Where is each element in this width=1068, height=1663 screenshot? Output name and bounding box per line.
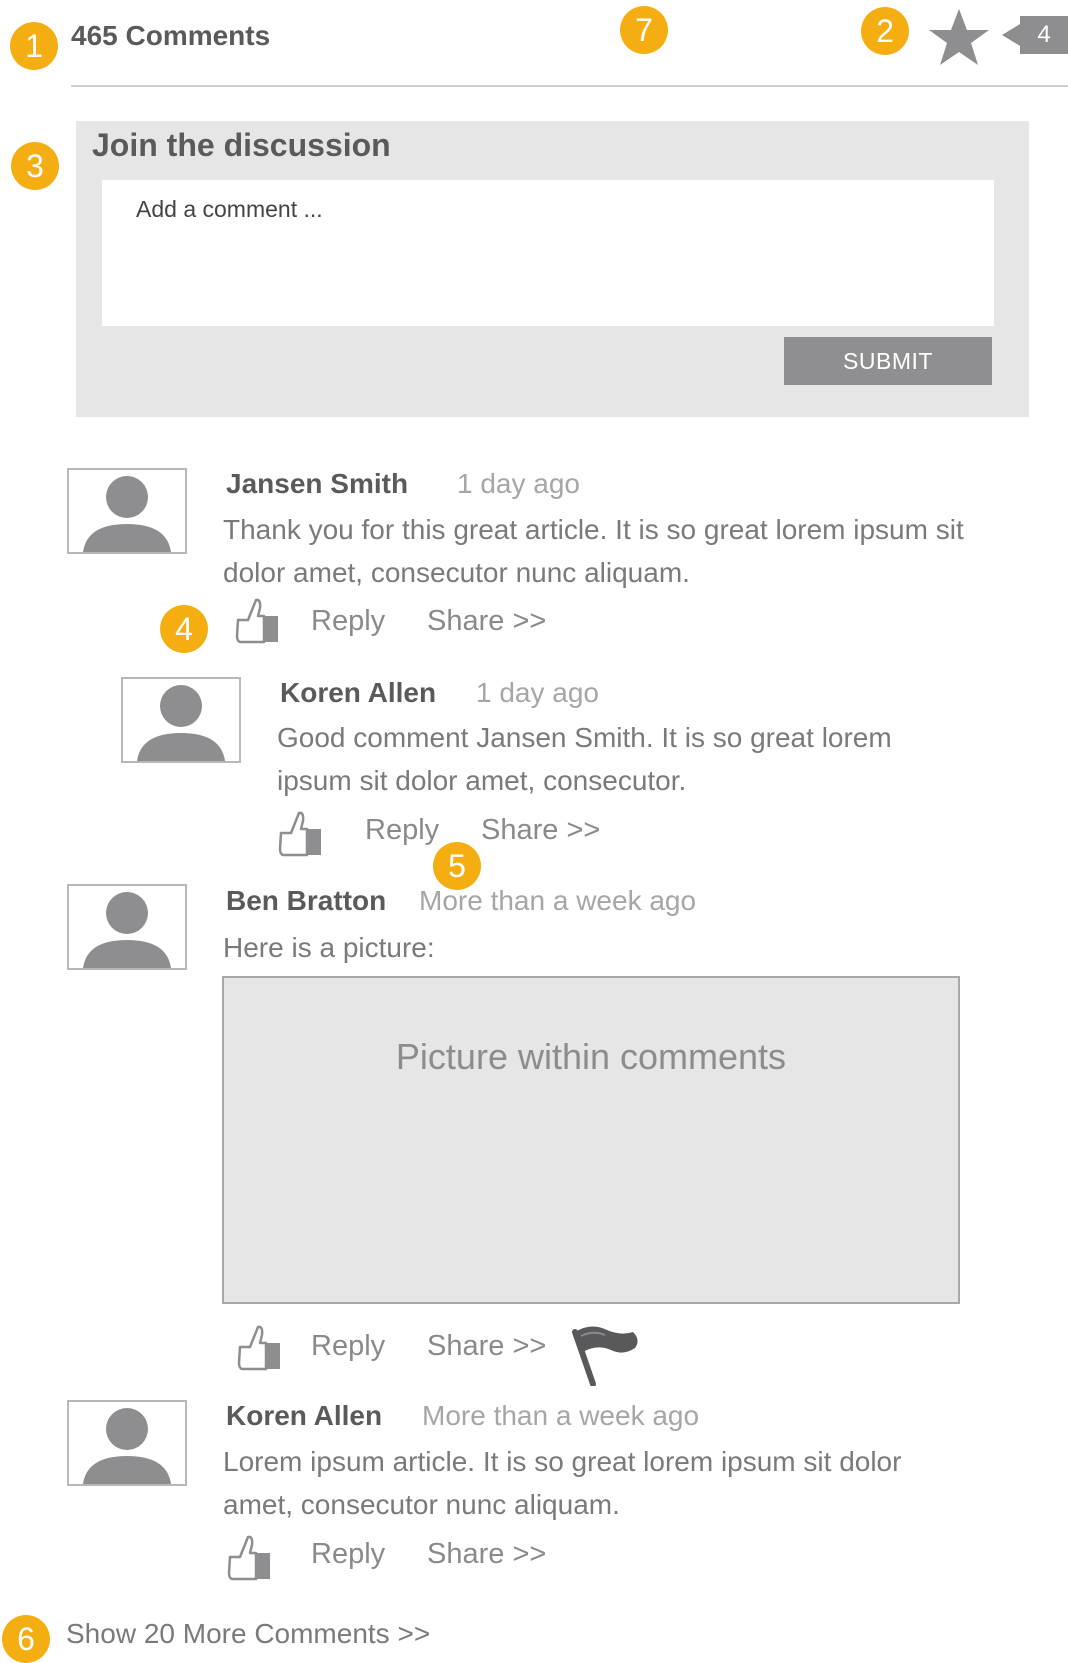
comment-time: More than a week ago [419,885,697,916]
comment-body: Here is a picture: [223,932,435,963]
star-icon[interactable] [928,8,990,66]
comment-time: 1 day ago [457,468,580,499]
reply-link[interactable]: Reply [365,814,439,847]
comment-count-title: 465 Comments [71,20,271,51]
count-badge-value: 4 [1037,21,1051,48]
annotation-marker-4: 4 [160,605,208,653]
header-divider [71,85,1068,87]
comment-body: Good comment Jansen Smith. It is so grea… [277,722,892,753]
reply-link[interactable]: Reply [311,1538,385,1571]
comment-body: Lorem ipsum article. It is so great lore… [223,1446,902,1477]
share-link[interactable]: Share >> [427,605,546,638]
comment-picture-label: Picture within comments [395,1036,787,1077]
thumbs-up-icon[interactable] [277,811,325,857]
show-more-comments-link[interactable]: Show 20 More Comments >> [66,1618,430,1650]
submit-button[interactable]: SUBMIT [784,337,992,385]
share-link[interactable]: Share >> [427,1538,546,1571]
thumbs-up-icon[interactable] [234,598,282,644]
avatar-icon [83,1408,171,1484]
reply-link[interactable]: Reply [311,605,385,638]
thumbs-up-icon[interactable] [236,1325,284,1371]
annotation-marker-2: 2 [861,7,909,55]
comment-body: Thank you for this great article. It is … [223,514,964,545]
comment-time: 1 day ago [476,677,599,708]
avatar[interactable] [121,677,241,763]
annotation-marker-3: 3 [11,142,59,190]
avatar-icon [83,476,171,552]
comment-body: amet, consecutor nunc aliquam. [223,1489,620,1520]
comment-input-placeholder: Add a comment ... [136,196,323,222]
annotation-marker-6: 6 [2,1615,50,1663]
avatar-icon [137,685,225,761]
avatar-icon [83,892,171,968]
reply-link[interactable]: Reply [311,1330,385,1363]
thumbs-up-icon[interactable] [226,1535,274,1581]
avatar[interactable] [67,1400,187,1486]
comment-body: ipsum sit dolor amet, consecutor. [277,765,687,796]
comment-author[interactable]: Jansen Smith [226,468,408,500]
flag-icon[interactable] [569,1322,641,1386]
share-link[interactable]: Share >> [427,1330,546,1363]
comment-body: dolor amet, consecutor nunc aliquam. [223,557,690,588]
avatar[interactable] [67,884,187,970]
discussion-title: Join the discussion [92,127,391,163]
comment-picture[interactable] [222,976,960,1304]
comment-time: More than a week ago [422,1400,700,1431]
comment-author[interactable]: Koren Allen [226,1400,382,1432]
comment-author[interactable]: Ben Bratton [226,885,386,917]
annotation-marker-5: 5 [433,842,481,890]
annotation-marker-1: 1 [10,22,58,70]
share-link[interactable]: Share >> [481,814,600,847]
annotation-marker-7: 7 [620,6,668,54]
comment-author[interactable]: Koren Allen [280,677,436,709]
avatar[interactable] [67,468,187,554]
